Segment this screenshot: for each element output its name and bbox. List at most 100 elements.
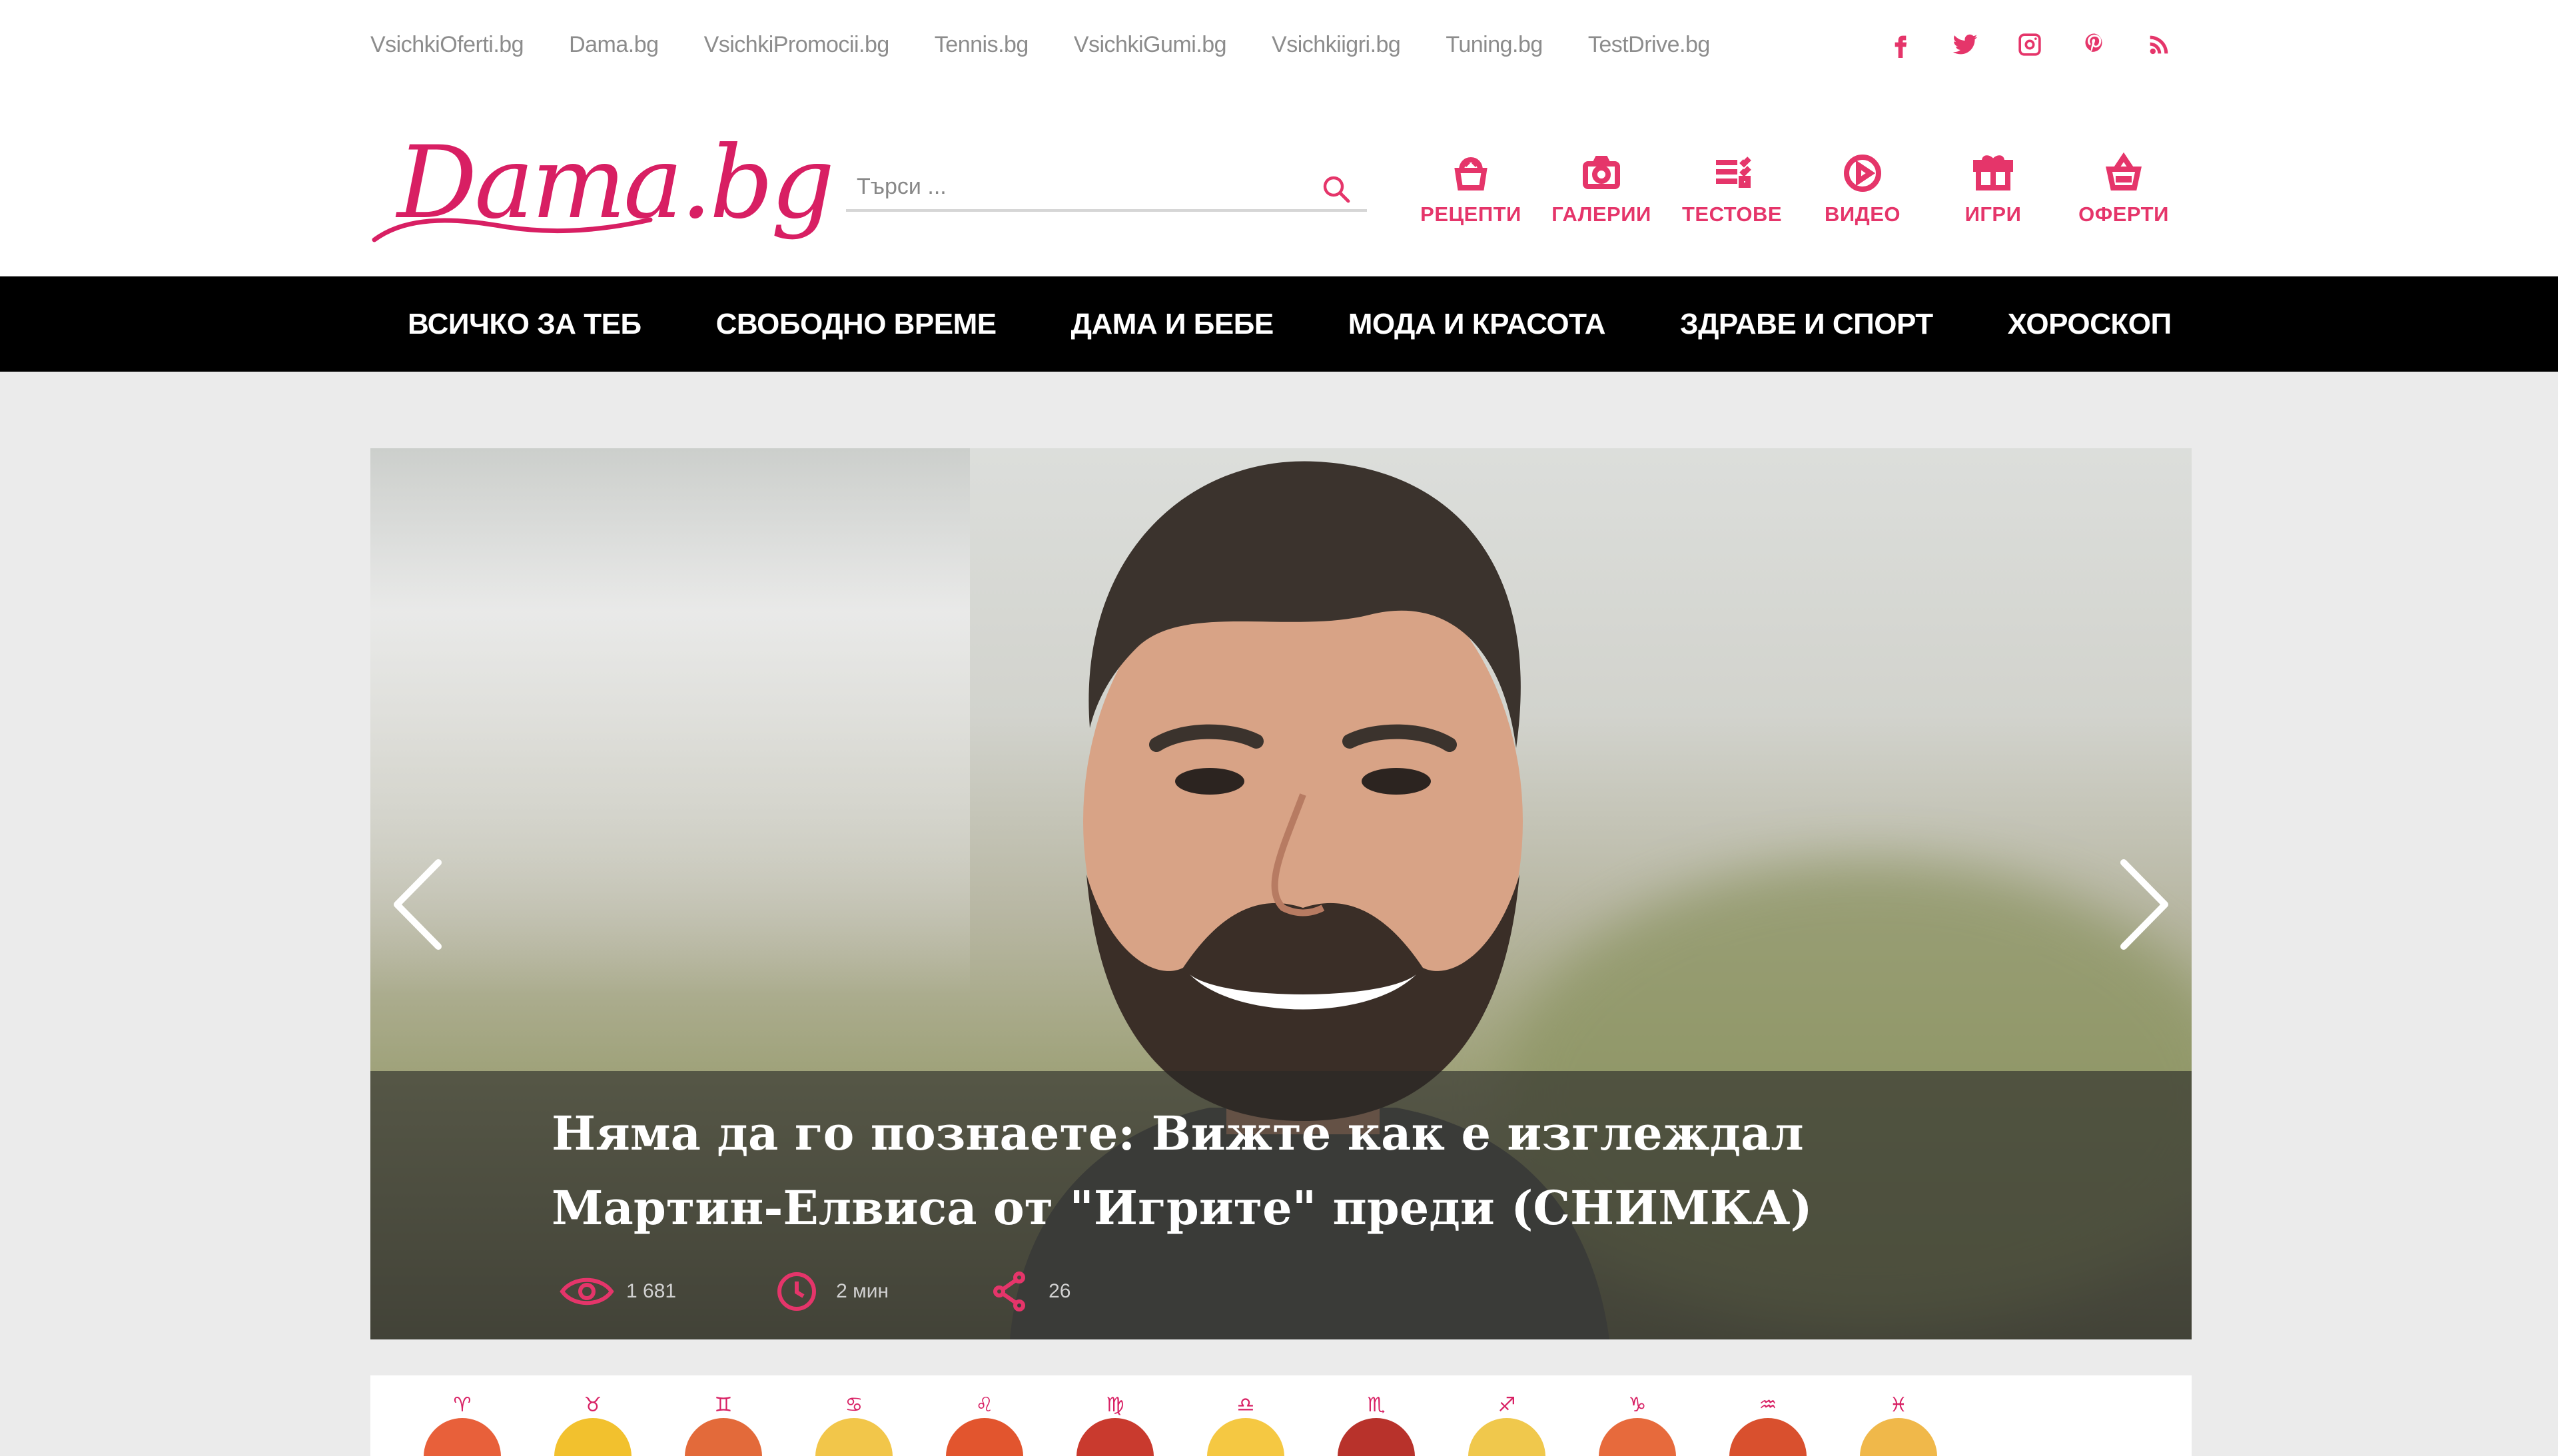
main-navigation: ВСИЧКО ЗА ТЕБ СВОБОДНО ВРЕМЕ ДАМА И БЕБЕ…	[0, 276, 2558, 372]
network-link-dama[interactable]: Dama.bg	[569, 32, 659, 58]
network-link-vsichkioferti[interactable]: VsichkiOferti.bg	[370, 32, 524, 58]
taurus-avatar	[554, 1418, 632, 1456]
network-link-tennis[interactable]: Tennis.bg	[935, 32, 1029, 58]
quick-link-label: ОФЕРТИ	[2078, 202, 2169, 226]
nav-item-lady-and-baby[interactable]: ДАМА И БЕБЕ	[1034, 308, 1311, 341]
pisces-icon: ♓	[1889, 1393, 1908, 1417]
zodiac-leo[interactable]: ♌	[919, 1394, 1050, 1456]
zodiac-cancer[interactable]: ♋	[789, 1394, 919, 1456]
capricorn-icon: ♑	[1628, 1393, 1647, 1417]
tests-icon	[1716, 157, 1751, 188]
facebook-icon[interactable]	[1883, 27, 1918, 63]
network-link-tuning[interactable]: Tuning.bg	[1446, 32, 1543, 58]
taurus-icon: ♉	[584, 1393, 602, 1417]
social-links	[1883, 27, 2206, 63]
zodiac-aquarius[interactable]: ♒	[1703, 1394, 1833, 1456]
quick-link-tests[interactable]: ТЕСТОВЕ	[1667, 152, 1797, 238]
network-link-vsichkipromocii[interactable]: VsichkiPromocii.bg	[704, 32, 890, 58]
quick-links: РЕЦЕПТИ ГАЛЕРИИ ТЕСТОВЕ ВИДЕО ИГРИ ОФЕРТ…	[1406, 152, 2189, 238]
quick-link-label: ВИДЕО	[1824, 202, 1901, 226]
capricorn-avatar	[1599, 1418, 1676, 1456]
gemini-icon: ♊	[714, 1393, 733, 1417]
slider-next-button[interactable]	[2116, 855, 2176, 954]
chevron-right-icon	[2120, 859, 2168, 950]
hero-meta: 1 681 2 мин 26	[560, 1268, 1164, 1315]
network-links: VsichkiOferti.bg Dama.bg VsichkiPromocii…	[370, 29, 1755, 60]
search-input[interactable]	[857, 168, 1296, 205]
recipes-icon	[1454, 157, 1488, 190]
search-icon[interactable]	[1320, 173, 1352, 205]
nav-item-horoscope[interactable]: ХОРОСКОП	[1970, 308, 2209, 341]
quick-link-video[interactable]: ВИДЕО	[1797, 152, 1928, 238]
site-logo[interactable]: Dama.bg	[370, 120, 835, 253]
views-count: 1 681	[560, 1271, 676, 1312]
views-value: 1 681	[626, 1280, 677, 1302]
pisces-avatar	[1860, 1418, 1937, 1456]
quick-link-label: ГАЛЕРИИ	[1551, 202, 1651, 226]
zodiac-sagittarius[interactable]: ♐	[1442, 1394, 1572, 1456]
hero-caption: Няма да го познаете: Вижте как е изглежд…	[370, 1071, 2192, 1339]
eye-icon	[560, 1277, 614, 1305]
sagittarius-avatar	[1468, 1418, 1545, 1456]
cancer-icon: ♋	[845, 1393, 863, 1417]
leo-avatar	[946, 1418, 1023, 1456]
clock-icon	[777, 1272, 817, 1311]
virgo-avatar	[1076, 1418, 1154, 1456]
chevron-left-icon	[394, 859, 442, 950]
gemini-avatar	[685, 1418, 762, 1456]
libra-icon: ♎	[1236, 1393, 1255, 1417]
hero-image-building	[370, 448, 970, 994]
basket-icon	[2106, 152, 2142, 190]
nav-item-health-sport[interactable]: ЗДРАВЕ И СПОРТ	[1643, 308, 1970, 341]
zodiac-libra[interactable]: ♎	[1180, 1394, 1311, 1456]
read-time: 2 мин	[769, 1271, 889, 1312]
cancer-avatar	[815, 1418, 893, 1456]
gift-icon	[1973, 155, 2013, 190]
search-box	[846, 164, 1367, 212]
aquarius-icon: ♒	[1759, 1393, 1777, 1417]
quick-link-offers[interactable]: ОФЕРТИ	[2058, 152, 2189, 238]
network-link-vsichkiigri[interactable]: Vsichkiigri.bg	[1272, 32, 1401, 58]
hero-title[interactable]: Няма да го познаете: Вижте как е изглежд…	[552, 1096, 2017, 1246]
rss-icon[interactable]	[2141, 27, 2177, 63]
logo-swoosh	[372, 217, 653, 242]
quick-link-recipes[interactable]: РЕЦЕПТИ	[1406, 152, 1536, 238]
zodiac-taurus[interactable]: ♉	[528, 1394, 658, 1456]
sagittarius-icon: ♐	[1497, 1393, 1516, 1417]
nav-item-free-time[interactable]: СВОБОДНО ВРЕМЕ	[679, 308, 1034, 341]
shares-value: 26	[1049, 1280, 1071, 1302]
virgo-icon: ♍	[1106, 1393, 1124, 1417]
instagram-icon[interactable]	[2012, 27, 2048, 63]
quick-link-games[interactable]: ИГРИ	[1928, 152, 2058, 238]
read-time-value: 2 мин	[836, 1280, 889, 1302]
zodiac-signs: ♈ ♉ ♊ ♋ ♌ ♍ ♎ ♏ ♐ ♑ ♒ ♓	[397, 1394, 1964, 1456]
camera-icon	[1583, 156, 1620, 189]
share-icon	[993, 1272, 1026, 1311]
quick-link-label: ИГРИ	[1964, 202, 2022, 226]
shares-count: 26	[982, 1271, 1070, 1312]
zodiac-virgo[interactable]: ♍	[1050, 1394, 1180, 1456]
zodiac-gemini[interactable]: ♊	[658, 1394, 789, 1456]
slider-prev-button[interactable]	[386, 855, 446, 954]
video-icon	[1844, 155, 1881, 192]
aries-avatar	[424, 1418, 501, 1456]
aquarius-avatar	[1729, 1418, 1807, 1456]
quick-link-label: ТЕСТОВЕ	[1681, 202, 1783, 226]
zodiac-scorpio[interactable]: ♏	[1311, 1394, 1442, 1456]
zodiac-pisces[interactable]: ♓	[1833, 1394, 1964, 1456]
zodiac-capricorn[interactable]: ♑	[1572, 1394, 1703, 1456]
nav-item-all-for-you[interactable]: ВСИЧКО ЗА ТЕБ	[370, 308, 679, 341]
horoscope-strip: ♈ ♉ ♊ ♋ ♌ ♍ ♎ ♏ ♐ ♑ ♒ ♓	[370, 1375, 2192, 1456]
network-link-testdrive[interactable]: TestDrive.bg	[1588, 32, 1710, 58]
network-link-vsichkigumi[interactable]: VsichkiGumi.bg	[1074, 32, 1227, 58]
twitter-icon[interactable]	[1947, 27, 1983, 63]
quick-link-label: РЕЦЕПТИ	[1420, 202, 1521, 226]
hero-slider[interactable]: Няма да го познаете: Вижте как е изглежд…	[370, 448, 2192, 1339]
aries-icon: ♈	[453, 1393, 472, 1417]
scorpio-icon: ♏	[1367, 1393, 1386, 1417]
pinterest-icon[interactable]	[2076, 27, 2112, 63]
quick-link-galleries[interactable]: ГАЛЕРИИ	[1536, 152, 1667, 238]
nav-item-fashion-beauty[interactable]: МОДА И КРАСОТА	[1311, 308, 1643, 341]
zodiac-aries[interactable]: ♈	[397, 1394, 528, 1456]
site-header: VsichkiOferti.bg Dama.bg VsichkiPromocii…	[0, 0, 2558, 276]
